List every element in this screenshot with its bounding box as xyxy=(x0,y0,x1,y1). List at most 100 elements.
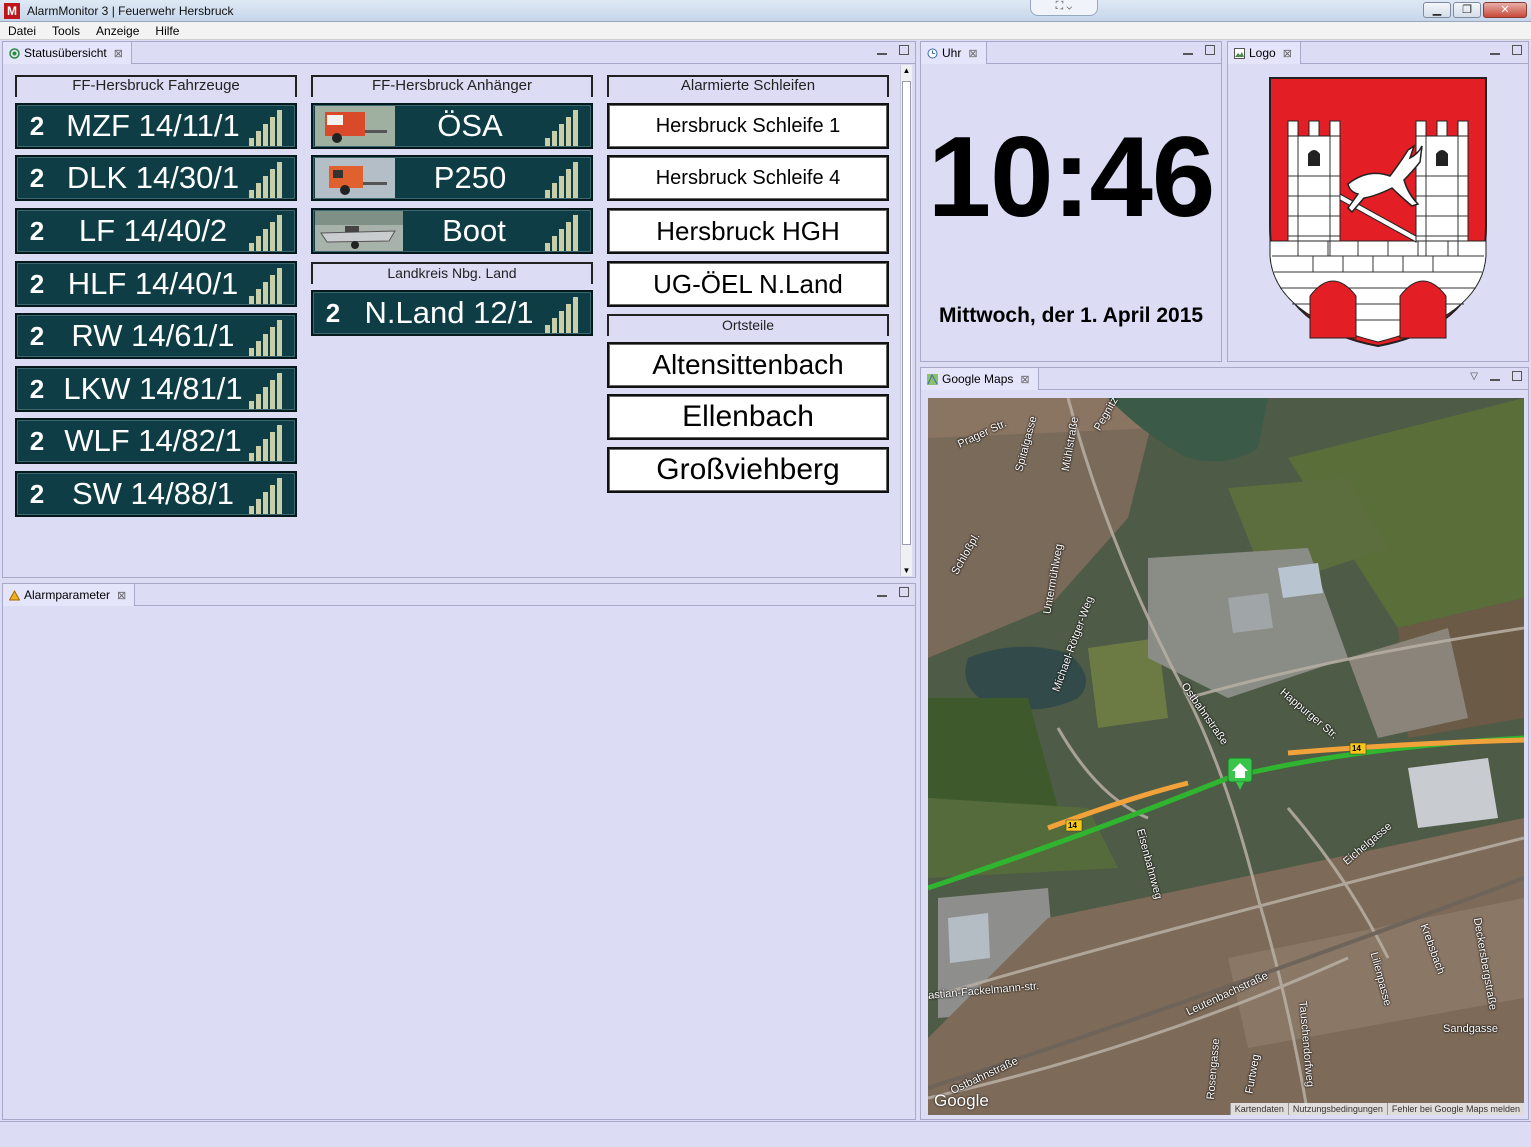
section-ortsteile: Ortsteile xyxy=(607,314,889,336)
vehicle-button-lf[interactable]: 2 LF 14/40/2 xyxy=(15,208,297,254)
restore-button[interactable]: ❐ xyxy=(1453,2,1481,18)
map-panel: Google Maps ⊠ ▽ 14 14 Prager Str. Spital… xyxy=(920,367,1529,1120)
street-label: Pegnitz xyxy=(1091,398,1121,433)
maximize-view-icon[interactable] xyxy=(1512,45,1522,55)
terms-link[interactable]: Nutzungsbedingungen xyxy=(1287,1103,1387,1115)
vehicle-button-nland[interactable]: 2 N.Land 12/1 xyxy=(311,290,593,336)
trailer-button-oesa[interactable]: ÖSA xyxy=(311,103,593,149)
street-label: Tauschendorfweg xyxy=(1296,1000,1316,1088)
trailer-button-boot[interactable]: Boot xyxy=(311,208,593,254)
vehicle-name: RW 14/61/1 xyxy=(71,318,235,353)
tab-google-maps[interactable]: Google Maps ⊠ xyxy=(921,368,1039,390)
street-label: Krebsbach xyxy=(1417,922,1447,976)
vehicle-name: N.Land 12/1 xyxy=(364,295,534,330)
vehicle-status: 2 xyxy=(29,110,45,141)
loop-button[interactable]: Hersbruck HGH xyxy=(607,208,889,254)
tab-label: Google Maps xyxy=(942,372,1014,386)
tab-label: Alarmparameter xyxy=(24,588,111,602)
status-icon xyxy=(9,47,20,59)
tab-alarmparameter[interactable]: Alarmparameter ⊠ xyxy=(3,584,136,606)
window-title: AlarmMonitor 3 | Feuerwehr Hersbruck xyxy=(27,4,234,18)
scroll-down-icon[interactable]: ▼ xyxy=(901,566,912,575)
minimize-view-icon[interactable] xyxy=(877,587,887,597)
signal-strength-icon xyxy=(249,316,289,356)
scrollbar-thumb[interactable] xyxy=(902,81,911,545)
trailer-name: ÖSA xyxy=(437,108,503,143)
maximize-view-icon[interactable] xyxy=(899,587,909,597)
app-icon: M xyxy=(4,3,20,19)
vertical-scrollbar[interactable]: ▲ ▼ xyxy=(900,65,912,576)
vehicle-button-hlf[interactable]: 2 HLF 14/40/1 xyxy=(15,261,297,307)
tab-logo[interactable]: Logo ⊠ xyxy=(1228,42,1301,64)
close-button[interactable]: ✕ xyxy=(1483,2,1527,18)
street-label: Happurger Str. xyxy=(1277,686,1341,742)
minimize-view-icon[interactable] xyxy=(877,45,887,55)
district-button[interactable]: Altensittenbach xyxy=(607,342,889,388)
loop-button[interactable]: Hersbruck Schleife 4 xyxy=(607,155,889,201)
trailer-name: Boot xyxy=(442,213,506,248)
map-icon xyxy=(927,373,938,385)
close-tab-icon[interactable]: ⊠ xyxy=(968,47,977,60)
street-label: Rosengasse xyxy=(1204,1038,1223,1100)
scroll-up-icon[interactable]: ▲ xyxy=(901,66,912,75)
minimize-view-icon[interactable] xyxy=(1183,45,1193,55)
maximize-view-icon[interactable] xyxy=(899,45,909,55)
minimize-button[interactable]: ▁ xyxy=(1423,2,1451,18)
close-tab-icon[interactable]: ⊠ xyxy=(114,47,123,60)
vehicle-name: HLF 14/40/1 xyxy=(67,266,239,301)
menu-bar: Datei Tools Anzeige Hilfe xyxy=(0,22,1531,40)
district-button[interactable]: Ellenbach xyxy=(607,394,889,440)
vehicle-name: SW 14/88/1 xyxy=(72,476,234,511)
signal-strength-icon xyxy=(545,158,585,198)
menu-anzeige[interactable]: Anzeige xyxy=(88,22,147,39)
minimize-view-icon[interactable] xyxy=(1490,371,1500,381)
vehicle-button-rw[interactable]: 2 RW 14/61/1 xyxy=(15,313,297,359)
street-label: Spitalgasse xyxy=(1013,414,1040,474)
section-anhaenger: FF-Hersbruck Anhänger xyxy=(311,75,593,97)
maximize-view-icon[interactable] xyxy=(1512,371,1522,381)
vehicle-name: DLK 14/30/1 xyxy=(66,160,240,195)
window-layout-toggle[interactable]: ⛶ ⌄ xyxy=(1030,0,1098,16)
map-data-link[interactable]: Kartendaten xyxy=(1229,1103,1288,1115)
vehicle-button-mzf[interactable]: 2 MZF 14/11/1 xyxy=(15,103,297,149)
signal-strength-icon xyxy=(249,211,289,251)
close-tab-icon[interactable]: ⊠ xyxy=(1283,47,1292,60)
section-schleifen: Alarmierte Schleifen xyxy=(607,75,889,97)
tab-statusuebersicht[interactable]: Statusübersicht ⊠ xyxy=(3,42,132,64)
vehicle-button-lkw[interactable]: 2 LKW 14/81/1 xyxy=(15,366,297,412)
trailer-button-p250[interactable]: P250 xyxy=(311,155,593,201)
vehicle-button-sw[interactable]: 2 SW 14/88/1 xyxy=(15,471,297,517)
minimize-view-icon[interactable] xyxy=(1490,45,1500,55)
view-menu-icon[interactable]: ▽ xyxy=(1470,371,1478,382)
vehicle-button-wlf[interactable]: 2 WLF 14/82/1 xyxy=(15,418,297,464)
trailer-photo xyxy=(315,106,395,146)
tab-uhr[interactable]: Uhr ⊠ xyxy=(921,42,987,64)
trailer-photo xyxy=(315,211,403,251)
street-label: Schloßpl. xyxy=(949,531,983,577)
street-label: Eisenbahnweg xyxy=(1133,827,1165,901)
report-error-link[interactable]: Fehler bei Google Maps melden xyxy=(1386,1103,1524,1115)
loop-button[interactable]: Hersbruck Schleife 1 xyxy=(607,103,889,149)
loop-button[interactable]: UG-ÖEL N.Land xyxy=(607,261,889,307)
street-label: Furtweg xyxy=(1243,1053,1263,1095)
clock-panel: Uhr ⊠ 10:46 Mittwoch, der 1. April 2015 xyxy=(920,41,1222,362)
clock-time: 10:46 xyxy=(927,114,1216,241)
menu-hilfe[interactable]: Hilfe xyxy=(147,22,187,39)
close-tab-icon[interactable]: ⊠ xyxy=(1020,373,1029,386)
menu-datei[interactable]: Datei xyxy=(0,22,44,39)
warning-icon xyxy=(8,589,21,601)
vehicle-status: 2 xyxy=(325,297,341,328)
menu-tools[interactable]: Tools xyxy=(44,22,88,39)
maximize-view-icon[interactable] xyxy=(1205,45,1215,55)
close-tab-icon[interactable]: ⊠ xyxy=(117,589,126,602)
street-label: Eichelgasse xyxy=(1341,820,1395,868)
vehicle-button-dlk[interactable]: 2 DLK 14/30/1 xyxy=(15,155,297,201)
street-label: Untermühlweg xyxy=(1041,543,1066,615)
street-label: Michael-Rötger-Weg xyxy=(1050,594,1097,694)
street-label: Prager Str. xyxy=(955,417,1009,451)
satellite-map[interactable]: 14 14 Prager Str. Spitalgasse Mühlstraße… xyxy=(928,398,1524,1115)
signal-strength-icon xyxy=(249,264,289,304)
signal-strength-icon xyxy=(545,293,585,333)
vehicle-status: 2 xyxy=(29,373,45,404)
district-button[interactable]: Großviehberg xyxy=(607,447,889,493)
